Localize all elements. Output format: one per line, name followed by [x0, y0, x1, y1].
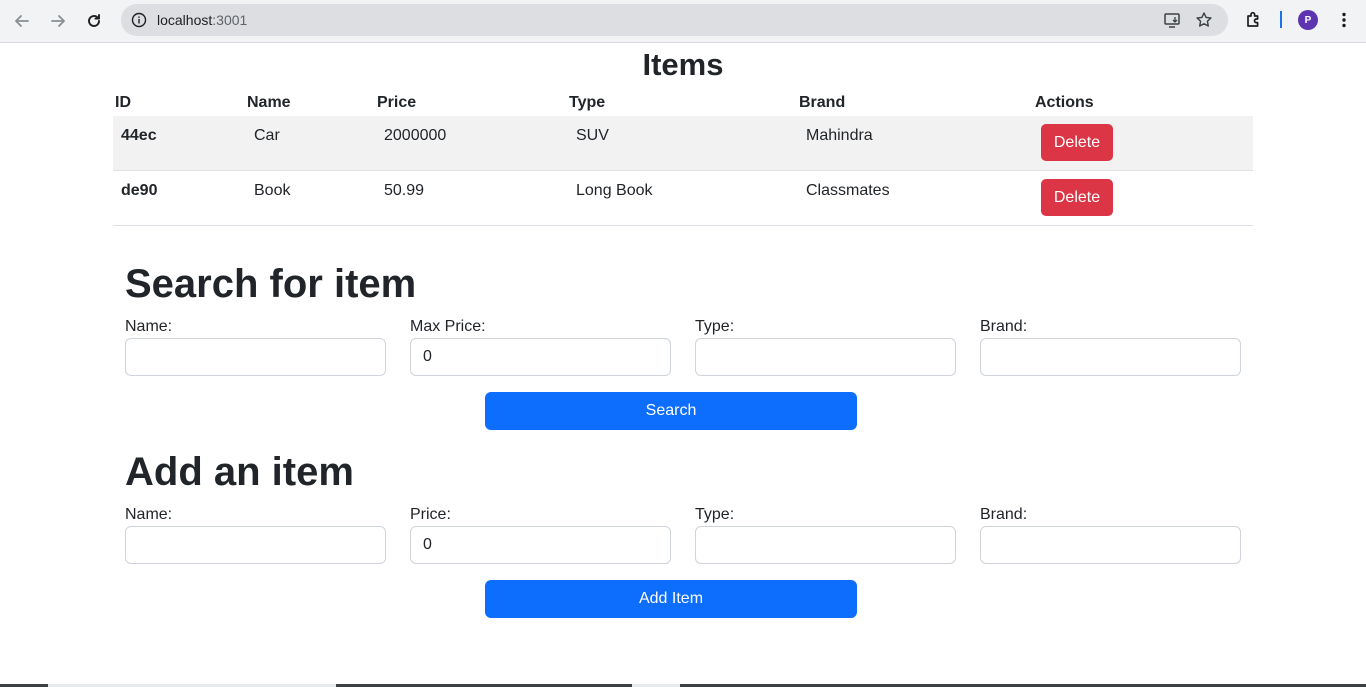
add-price-label: Price:	[410, 506, 451, 523]
search-section-title: Search for item	[125, 262, 417, 306]
bookmark-star-icon[interactable]	[1195, 11, 1213, 29]
url-text: localhost:3001	[157, 12, 248, 28]
header-actions: Actions	[1035, 94, 1094, 111]
cell-type: SUV	[576, 127, 609, 144]
arrow-left-icon	[15, 15, 29, 27]
cell-price: 2000000	[384, 127, 447, 144]
add-item-button[interactable]: Add Item	[485, 580, 857, 618]
add-section-title: Add an item	[125, 450, 354, 494]
browser-toolbar: localhost:3001 P	[0, 0, 1366, 43]
site-info-icon[interactable]	[131, 12, 147, 28]
install-app-icon[interactable]	[1163, 11, 1181, 29]
back-button[interactable]	[9, 8, 35, 34]
add-type-label: Type:	[695, 506, 735, 523]
search-brand-label: Brand:	[980, 318, 1028, 335]
table-header: ID Name Price Type Brand Actions	[113, 90, 1253, 116]
search-max-price-input[interactable]	[410, 338, 671, 376]
table-row: 44ec Car 2000000 SUV Mahindra Delete	[113, 116, 1253, 171]
search-max-price-label: Max Price:	[410, 318, 486, 335]
extensions-button[interactable]	[1244, 10, 1264, 30]
kebab-menu-icon	[1342, 12, 1346, 28]
forward-button[interactable]	[45, 8, 71, 34]
add-name-input[interactable]	[125, 526, 386, 564]
menu-button[interactable]	[1334, 10, 1354, 30]
delete-button[interactable]: Delete	[1041, 124, 1113, 161]
cell-name: Car	[254, 127, 280, 144]
header-brand: Brand	[799, 94, 846, 111]
cell-type: Long Book	[576, 182, 653, 199]
search-name-input[interactable]	[125, 338, 386, 376]
add-brand-label: Brand:	[980, 506, 1028, 523]
cell-price: 50.99	[384, 182, 425, 199]
puzzle-icon	[1247, 11, 1259, 27]
cell-id: de90	[121, 182, 158, 199]
header-price: Price	[377, 94, 417, 111]
add-brand-input[interactable]	[980, 526, 1241, 564]
add-price-input[interactable]	[410, 526, 671, 564]
arrow-right-icon	[51, 15, 65, 27]
delete-button[interactable]: Delete	[1041, 179, 1113, 216]
header-type: Type	[569, 94, 606, 111]
cell-id: 44ec	[121, 127, 157, 144]
search-type-label: Type:	[695, 318, 735, 335]
search-type-input[interactable]	[695, 338, 956, 376]
items-table: ID Name Price Type Brand Actions 44ec Ca…	[113, 90, 1253, 226]
search-button[interactable]: Search	[485, 392, 857, 430]
search-brand-input[interactable]	[980, 338, 1241, 376]
address-bar[interactable]: localhost:3001	[121, 4, 1228, 36]
cell-brand: Mahindra	[806, 127, 873, 144]
profile-avatar[interactable]: P	[1298, 10, 1318, 30]
search-name-label: Name:	[125, 318, 173, 335]
page-title: Items	[642, 47, 724, 82]
reload-button[interactable]	[81, 8, 107, 34]
cell-brand: Classmates	[806, 182, 890, 199]
reload-icon	[88, 14, 100, 27]
header-name: Name	[247, 94, 291, 111]
add-type-input[interactable]	[695, 526, 956, 564]
cell-name: Book	[254, 182, 291, 199]
header-id: ID	[115, 94, 131, 111]
add-name-label: Name:	[125, 506, 173, 523]
table-row: de90 Book 50.99 Long Book Classmates Del…	[113, 171, 1253, 226]
toolbar-divider	[1280, 11, 1282, 28]
